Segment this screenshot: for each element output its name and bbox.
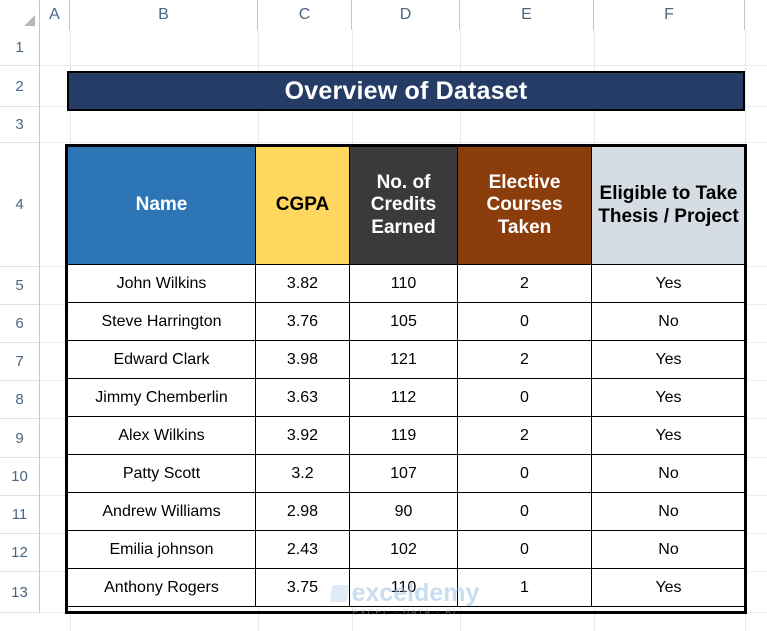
dataset-title-banner[interactable]: Overview of Dataset xyxy=(67,71,745,111)
row-header-8[interactable]: 8 xyxy=(0,381,39,419)
table-body: John Wilkins 3.82 110 2 Yes Steve Harrin… xyxy=(67,264,746,607)
cell-credits[interactable]: 105 xyxy=(349,302,458,341)
cell-electives[interactable]: 0 xyxy=(457,454,592,493)
row-header-3[interactable]: 3 xyxy=(0,107,39,143)
cell-credits[interactable]: 119 xyxy=(349,416,458,455)
dataset-table: Name CGPA No. of Credits Earned Elective… xyxy=(67,146,746,607)
column-header-d[interactable]: D xyxy=(352,0,460,30)
row-header-2[interactable]: 2 xyxy=(0,66,39,107)
cell-cgpa[interactable]: 3.75 xyxy=(255,568,350,607)
cell-cgpa[interactable]: 2.98 xyxy=(255,492,350,531)
cell-eligible[interactable]: No xyxy=(591,530,746,569)
spreadsheet-canvas: A B C D E F 1 2 3 4 5 6 7 8 9 10 11 12 1… xyxy=(0,0,767,631)
cell-name[interactable]: Edward Clark xyxy=(67,340,256,379)
cell-credits[interactable]: 112 xyxy=(349,378,458,417)
cell-electives[interactable]: 2 xyxy=(457,264,592,303)
select-all-triangle-icon xyxy=(24,15,35,26)
table-row[interactable]: Andrew Williams 2.98 90 0 No xyxy=(67,492,746,531)
table-row[interactable]: John Wilkins 3.82 110 2 Yes xyxy=(67,264,746,303)
cell-electives[interactable]: 2 xyxy=(457,340,592,379)
row-header-1[interactable]: 1 xyxy=(0,30,39,66)
row-header-bar: 1 2 3 4 5 6 7 8 9 10 11 12 13 xyxy=(0,30,40,613)
column-header-cgpa[interactable]: CGPA xyxy=(255,146,350,265)
cell-name[interactable]: Jimmy Chemberlin xyxy=(67,378,256,417)
cell-electives[interactable]: 0 xyxy=(457,530,592,569)
row-header-10[interactable]: 10 xyxy=(0,458,39,496)
cell-eligible[interactable]: Yes xyxy=(591,264,746,303)
column-header-f[interactable]: F xyxy=(594,0,745,30)
cell-cgpa[interactable]: 3.76 xyxy=(255,302,350,341)
cell-electives[interactable]: 0 xyxy=(457,302,592,341)
cell-credits[interactable]: 107 xyxy=(349,454,458,493)
column-header-b[interactable]: B xyxy=(70,0,258,30)
cell-eligible[interactable]: Yes xyxy=(591,416,746,455)
cell-cgpa[interactable]: 3.92 xyxy=(255,416,350,455)
cell-credits[interactable]: 110 xyxy=(349,568,458,607)
cell-electives[interactable]: 1 xyxy=(457,568,592,607)
cell-electives[interactable]: 0 xyxy=(457,378,592,417)
cell-cgpa[interactable]: 3.2 xyxy=(255,454,350,493)
row-header-7[interactable]: 7 xyxy=(0,343,39,381)
cell-name[interactable]: Anthony Rogers xyxy=(67,568,256,607)
page-title: Overview of Dataset xyxy=(284,76,528,105)
cell-eligible[interactable]: No xyxy=(591,492,746,531)
cell-eligible[interactable]: Yes xyxy=(591,378,746,417)
cell-eligible[interactable]: Yes xyxy=(591,568,746,607)
table-row[interactable]: Anthony Rogers 3.75 110 1 Yes xyxy=(67,568,746,607)
table-row[interactable]: Alex Wilkins 3.92 119 2 Yes xyxy=(67,416,746,455)
table-row[interactable]: Jimmy Chemberlin 3.63 112 0 Yes xyxy=(67,378,746,417)
row-header-11[interactable]: 11 xyxy=(0,496,39,534)
cell-name[interactable]: Alex Wilkins xyxy=(67,416,256,455)
column-header-g[interactable] xyxy=(745,0,767,30)
column-header-credits[interactable]: No. of Credits Earned xyxy=(349,146,458,265)
cell-credits[interactable]: 90 xyxy=(349,492,458,531)
row-header-9[interactable]: 9 xyxy=(0,419,39,458)
column-header-c[interactable]: C xyxy=(258,0,352,30)
cell-electives[interactable]: 2 xyxy=(457,416,592,455)
cell-credits[interactable]: 102 xyxy=(349,530,458,569)
row-header-6[interactable]: 6 xyxy=(0,305,39,343)
column-header-a[interactable]: A xyxy=(40,0,70,30)
cell-credits[interactable]: 121 xyxy=(349,340,458,379)
cell-cgpa[interactable]: 3.98 xyxy=(255,340,350,379)
cell-credits[interactable]: 110 xyxy=(349,264,458,303)
cell-name[interactable]: Andrew Williams xyxy=(67,492,256,531)
cell-electives[interactable]: 0 xyxy=(457,492,592,531)
column-header-bar: A B C D E F xyxy=(0,0,767,30)
row-header-13[interactable]: 13 xyxy=(0,572,39,613)
cell-name[interactable]: Emilia johnson xyxy=(67,530,256,569)
table-row[interactable]: Steve Harrington 3.76 105 0 No xyxy=(67,302,746,341)
cell-cgpa[interactable]: 3.82 xyxy=(255,264,350,303)
row-header-5[interactable]: 5 xyxy=(0,267,39,305)
cell-eligible[interactable]: No xyxy=(591,302,746,341)
cell-eligible[interactable]: No xyxy=(591,454,746,493)
cell-name[interactable]: Patty Scott xyxy=(67,454,256,493)
cell-name[interactable]: Steve Harrington xyxy=(67,302,256,341)
column-header-e[interactable]: E xyxy=(460,0,594,30)
cell-name[interactable]: John Wilkins xyxy=(67,264,256,303)
row-header-12[interactable]: 12 xyxy=(0,534,39,572)
table-row[interactable]: Edward Clark 3.98 121 2 Yes xyxy=(67,340,746,379)
cell-cgpa[interactable]: 3.63 xyxy=(255,378,350,417)
column-header-eligible[interactable]: Eligible to Take Thesis / Project xyxy=(591,146,746,265)
table-row[interactable]: Emilia johnson 2.43 102 0 No xyxy=(67,530,746,569)
column-header-electives[interactable]: Elective Courses Taken xyxy=(457,146,592,265)
column-header-name[interactable]: Name xyxy=(67,146,256,265)
table-row[interactable]: Patty Scott 3.2 107 0 No xyxy=(67,454,746,493)
table-header-row: Name CGPA No. of Credits Earned Elective… xyxy=(67,146,746,265)
cell-eligible[interactable]: Yes xyxy=(591,340,746,379)
select-all-button[interactable] xyxy=(0,0,40,30)
cell-cgpa[interactable]: 2.43 xyxy=(255,530,350,569)
row-header-4[interactable]: 4 xyxy=(0,143,39,267)
